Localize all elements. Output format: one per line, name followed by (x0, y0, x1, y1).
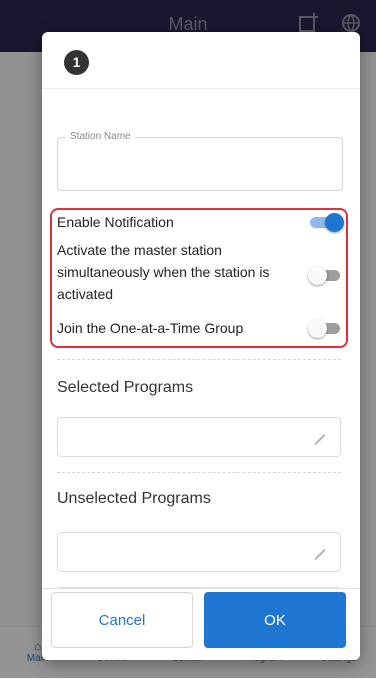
station-name-input[interactable] (68, 152, 332, 178)
enable-notification-label: Enable Notification (57, 214, 174, 230)
pencil-icon[interactable] (312, 545, 328, 561)
ok-button[interactable]: OK (204, 592, 346, 648)
one-at-a-time-label: Join the One-at-a-Time Group (57, 320, 244, 336)
selected-programs-field[interactable] (57, 417, 341, 457)
enable-notification-toggle[interactable] (308, 212, 344, 232)
station-settings-dialog: 1 Station Name Enable Notification Activ… (42, 32, 360, 660)
dialog-footer: Cancel OK (42, 588, 360, 660)
cancel-button[interactable]: Cancel (51, 592, 193, 648)
unselected-program-field[interactable] (57, 532, 341, 572)
divider (57, 472, 341, 473)
toggle-knob (308, 266, 327, 285)
divider (57, 359, 341, 360)
toggle-knob (325, 213, 344, 232)
pencil-icon[interactable] (312, 430, 328, 446)
unselected-programs-title: Unselected Programs (57, 490, 211, 507)
station-number-badge: 1 (64, 50, 89, 75)
one-at-a-time-toggle[interactable] (308, 318, 344, 338)
dialog-content[interactable]: Station Name Enable Notification Activat… (42, 89, 360, 616)
selected-programs-title: Selected Programs (57, 379, 194, 396)
station-name-field[interactable]: Station Name (57, 131, 343, 191)
station-name-label: Station Name (66, 131, 135, 142)
activate-master-station-label: Activate the master station simultaneous… (57, 242, 270, 302)
toggle-knob (308, 319, 327, 338)
dialog-header: 1 (42, 32, 360, 89)
activate-master-station-toggle[interactable] (308, 265, 344, 285)
